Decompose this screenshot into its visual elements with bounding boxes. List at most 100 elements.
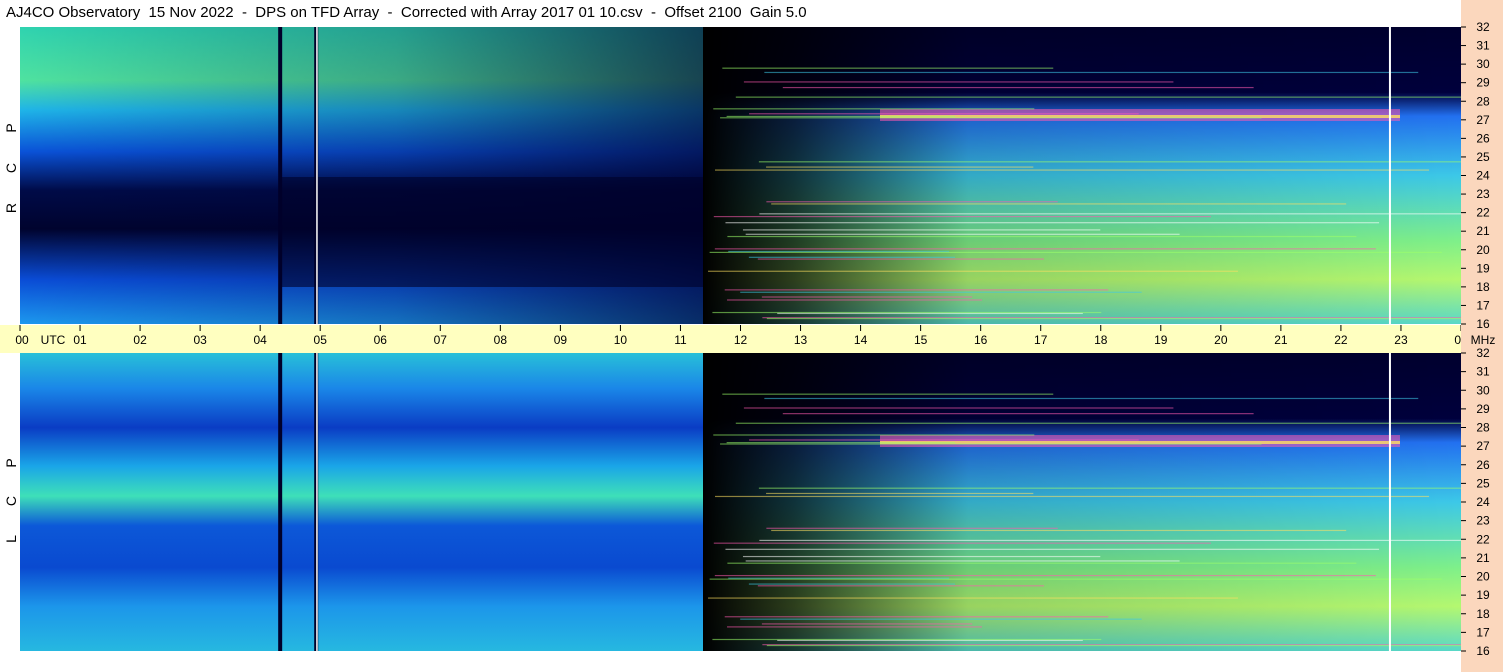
utc-tick-label: 07 [434, 333, 448, 347]
freq-tick-label: 17 [1476, 625, 1490, 639]
spectral-line [709, 251, 1442, 254]
spectral-line [708, 270, 1238, 272]
freq-tick-label: 32 [1476, 20, 1490, 34]
utc-tick-label: 04 [253, 333, 267, 347]
freq-tick-label: 21 [1476, 551, 1490, 565]
freq-tick-label: 28 [1476, 94, 1490, 108]
spectral-line [714, 574, 1376, 577]
spectral-line [782, 413, 1254, 415]
spectral-line [712, 638, 1102, 641]
freq-tick-label: 23 [1476, 514, 1490, 528]
spectral-line [766, 527, 1058, 529]
spectrogram-title: AJ4CO Observatory 15 Nov 2022 - DPS on T… [6, 4, 807, 21]
freq-tick-label: 24 [1476, 495, 1490, 509]
freq-tick-label: 19 [1476, 261, 1490, 275]
spectral-line [713, 215, 1211, 218]
freq-tick-label: 16 [1476, 644, 1490, 658]
spectral-line [726, 115, 956, 118]
freq-tick-label: 22 [1476, 532, 1490, 546]
utc-tick-label: 23 [1394, 333, 1408, 347]
utc-tick-label: 00 [15, 333, 29, 347]
spectral-line [735, 422, 1461, 424]
spectral-line [725, 548, 1380, 550]
spectral-line [759, 539, 1461, 542]
utc-tick-label: 00 [1454, 333, 1461, 347]
utc-tick-label: 05 [314, 333, 328, 347]
spectral-line [758, 161, 1461, 163]
spectral-line [724, 289, 1109, 291]
utc-tick-label: 18 [1094, 333, 1108, 347]
spectral-line [722, 67, 1054, 69]
freq-tick-label: 29 [1476, 402, 1490, 416]
utc-tick-label: 14 [854, 333, 868, 347]
spectral-line [749, 113, 1139, 115]
spectral-line [782, 86, 1254, 89]
spectral-line [726, 442, 956, 444]
spectral-line [713, 542, 1211, 544]
rcp-label: P C R [0, 120, 20, 230]
spectral-line [722, 393, 1054, 395]
utc-tick-label: 16 [974, 333, 988, 347]
spectral-line [713, 434, 1035, 436]
freq-tick-label: 30 [1476, 57, 1490, 71]
spectral-line [714, 248, 1376, 250]
utc-tick-label: 21 [1274, 333, 1288, 347]
lcp-letter-1: P [3, 458, 19, 468]
freq-tick-label: 29 [1476, 76, 1490, 90]
freq-tick-label: 27 [1476, 113, 1490, 127]
spectral-line [761, 623, 973, 625]
spectral-line [742, 229, 1101, 231]
freq-tick-label: 18 [1476, 607, 1490, 621]
spectral-line [764, 397, 1419, 400]
gap-line [316, 353, 318, 651]
lcp-transition-dark [703, 353, 1461, 651]
spectral-line [761, 296, 973, 298]
lcp-label: P C L [0, 455, 20, 565]
freq-tick-label: 22 [1476, 206, 1490, 220]
spectral-line [740, 618, 1142, 620]
gap-line [1388, 353, 1391, 651]
freq-tick-label: 19 [1476, 588, 1490, 602]
utc-tick-label: 19 [1154, 333, 1168, 347]
rcp-dark-core [280, 177, 703, 287]
lcp-spectrogram [20, 353, 1461, 651]
gap-line [278, 353, 283, 651]
freq-tick-label: 25 [1476, 476, 1490, 490]
spectral-line [766, 166, 1034, 168]
spectral-line [766, 644, 1461, 647]
freq-tick-label: 28 [1476, 421, 1490, 435]
utc-tick-label: 01 [73, 333, 87, 347]
frequency-axis: MHz 16 17 18 19 20 21 22 23 24 25 26 27 28 29 30 31 32 16 1… [1461, 0, 1503, 672]
spectral-line [743, 407, 1174, 409]
freq-tick-label: 18 [1476, 280, 1490, 294]
spectral-line [735, 96, 1461, 98]
spectral-line [724, 616, 1109, 618]
spectral-line [764, 71, 1419, 74]
spectral-line [758, 487, 1461, 489]
utc-tick-label: 02 [133, 333, 147, 347]
rcp-transition-dark [703, 27, 1461, 324]
utc-tick-label: 17 [1034, 333, 1048, 347]
utc-tick-label: 12 [734, 333, 748, 347]
utc-axis-band: 00 01 02 03 04 05 06 07 08 09 10 11 12 13 14 15 16 17 18 19… [0, 325, 1461, 353]
spectral-line [757, 258, 1044, 260]
utc-tick-label: 06 [374, 333, 388, 347]
spectral-line [727, 562, 1357, 564]
lcp-night-region [20, 353, 703, 651]
freq-tick-label: 23 [1476, 187, 1490, 201]
utc-tick-label: 09 [554, 333, 568, 347]
utc-tick-label: 13 [794, 333, 808, 347]
gap-line [278, 27, 283, 324]
spectral-line [725, 222, 1380, 224]
rcp-letter-2: C [3, 162, 19, 174]
spectral-line [712, 311, 1102, 314]
spectral-line [708, 597, 1238, 599]
spectral-line [727, 235, 1357, 238]
utc-tick-label: 11 [674, 333, 687, 347]
utc-tick-label: 10 [614, 333, 628, 347]
freq-tick-label: 20 [1476, 570, 1490, 584]
utc-tick-label: 22 [1334, 333, 1348, 347]
freq-tick-label: 31 [1476, 365, 1490, 379]
freq-tick-label: 30 [1476, 383, 1490, 397]
spectral-line [743, 81, 1174, 83]
